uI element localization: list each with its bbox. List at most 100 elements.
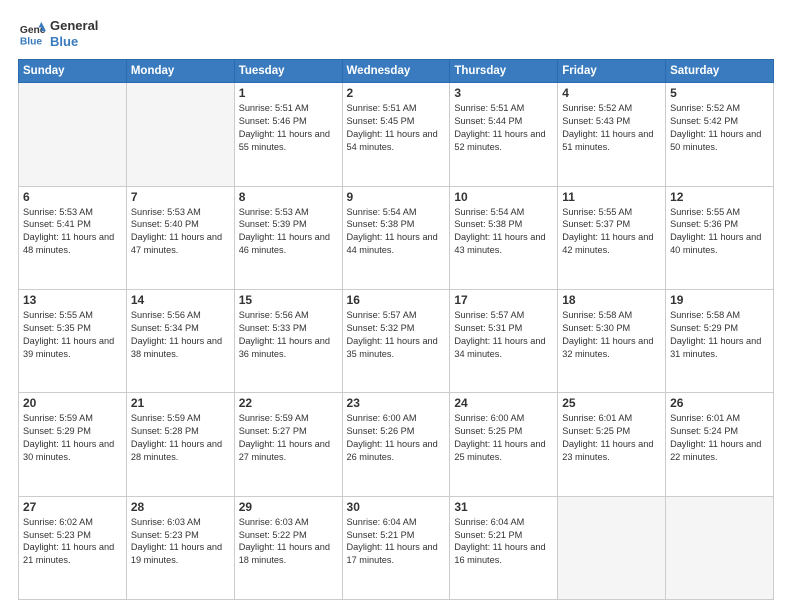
day-number: 7: [131, 190, 230, 204]
day-info: Sunrise: 5:52 AM Sunset: 5:43 PM Dayligh…: [562, 102, 661, 154]
day-number: 30: [347, 500, 446, 514]
day-info: Sunrise: 5:52 AM Sunset: 5:42 PM Dayligh…: [670, 102, 769, 154]
day-info: Sunrise: 5:55 AM Sunset: 5:35 PM Dayligh…: [23, 309, 122, 361]
calendar-cell: 3 Sunrise: 5:51 AM Sunset: 5:44 PM Daylig…: [450, 83, 558, 186]
logo-text-blue: Blue: [50, 34, 98, 50]
day-info: Sunrise: 6:00 AM Sunset: 5:26 PM Dayligh…: [347, 412, 446, 464]
day-info: Sunrise: 5:56 AM Sunset: 5:33 PM Dayligh…: [239, 309, 338, 361]
day-info: Sunrise: 6:04 AM Sunset: 5:21 PM Dayligh…: [454, 516, 553, 568]
calendar-cell: [19, 83, 127, 186]
day-number: 27: [23, 500, 122, 514]
day-info: Sunrise: 5:59 AM Sunset: 5:28 PM Dayligh…: [131, 412, 230, 464]
day-number: 1: [239, 86, 338, 100]
day-number: 31: [454, 500, 553, 514]
week-row-4: 20Sunrise: 5:59 AM Sunset: 5:29 PM Dayli…: [19, 393, 774, 496]
calendar-cell: [666, 496, 774, 599]
day-header-tuesday: Tuesday: [234, 60, 342, 83]
calendar-cell: 14Sunrise: 5:56 AM Sunset: 5:34 PM Dayli…: [126, 289, 234, 392]
week-row-3: 13 Sunrise: 5:55 AM Sunset: 5:35 PM Dayli…: [19, 289, 774, 392]
day-header-saturday: Saturday: [666, 60, 774, 83]
calendar-cell: 8Sunrise: 5:53 AM Sunset: 5:39 PM Daylig…: [234, 186, 342, 289]
calendar-cell: 4 Sunrise: 5:52 AM Sunset: 5:43 PM Daylig…: [558, 83, 666, 186]
day-info: Sunrise: 6:04 AM Sunset: 5:21 PM Dayligh…: [347, 516, 446, 568]
calendar-cell: 16 Sunrise: 5:57 AM Sunset: 5:32 PM Dayli…: [342, 289, 450, 392]
day-info: Sunrise: 5:58 AM Sunset: 5:29 PM Dayligh…: [670, 309, 769, 361]
day-info: Sunrise: 5:54 AM Sunset: 5:38 PM Dayligh…: [454, 206, 553, 258]
day-number: 12: [670, 190, 769, 204]
day-info: Sunrise: 6:00 AM Sunset: 5:25 PM Dayligh…: [454, 412, 553, 464]
week-row-5: 27 Sunrise: 6:02 AM Sunset: 5:23 PM Dayli…: [19, 496, 774, 599]
day-header-thursday: Thursday: [450, 60, 558, 83]
day-info: Sunrise: 6:03 AM Sunset: 5:22 PM Dayligh…: [239, 516, 338, 568]
day-number: 6: [23, 190, 122, 204]
calendar-cell: 12 Sunrise: 5:55 AM Sunset: 5:36 PM Dayli…: [666, 186, 774, 289]
day-info: Sunrise: 5:53 AM Sunset: 5:39 PM Dayligh…: [239, 206, 338, 258]
day-info: Sunrise: 5:51 AM Sunset: 5:45 PM Dayligh…: [347, 102, 446, 154]
day-number: 19: [670, 293, 769, 307]
day-number: 10: [454, 190, 553, 204]
day-number: 16: [347, 293, 446, 307]
day-number: 26: [670, 396, 769, 410]
day-number: 24: [454, 396, 553, 410]
calendar-body: 1 Sunrise: 5:51 AM Sunset: 5:46 PM Daylig…: [19, 83, 774, 600]
day-info: Sunrise: 5:56 AM Sunset: 5:34 PM Dayligh…: [131, 309, 230, 361]
day-number: 25: [562, 396, 661, 410]
day-number: 21: [131, 396, 230, 410]
day-header-wednesday: Wednesday: [342, 60, 450, 83]
calendar-cell: 26Sunrise: 6:01 AM Sunset: 5:24 PM Dayli…: [666, 393, 774, 496]
day-number: 29: [239, 500, 338, 514]
day-info: Sunrise: 5:57 AM Sunset: 5:32 PM Dayligh…: [347, 309, 446, 361]
calendar-cell: 21 Sunrise: 5:59 AM Sunset: 5:28 PM Dayli…: [126, 393, 234, 496]
day-info: Sunrise: 5:59 AM Sunset: 5:29 PM Dayligh…: [23, 412, 122, 464]
day-number: 4: [562, 86, 661, 100]
day-number: 13: [23, 293, 122, 307]
calendar-cell: 19 Sunrise: 5:58 AM Sunset: 5:29 PM Dayli…: [666, 289, 774, 392]
calendar-cell: 9 Sunrise: 5:54 AM Sunset: 5:38 PM Daylig…: [342, 186, 450, 289]
calendar-cell: 20Sunrise: 5:59 AM Sunset: 5:29 PM Dayli…: [19, 393, 127, 496]
day-number: 2: [347, 86, 446, 100]
day-number: 15: [239, 293, 338, 307]
calendar-cell: 22Sunrise: 5:59 AM Sunset: 5:27 PM Dayli…: [234, 393, 342, 496]
calendar-cell: 31 Sunrise: 6:04 AM Sunset: 5:21 PM Dayli…: [450, 496, 558, 599]
day-number: 17: [454, 293, 553, 307]
day-number: 23: [347, 396, 446, 410]
calendar-cell: [126, 83, 234, 186]
day-info: Sunrise: 5:58 AM Sunset: 5:30 PM Dayligh…: [562, 309, 661, 361]
calendar-cell: 25 Sunrise: 6:01 AM Sunset: 5:25 PM Dayli…: [558, 393, 666, 496]
day-info: Sunrise: 6:02 AM Sunset: 5:23 PM Dayligh…: [23, 516, 122, 568]
week-row-1: 1 Sunrise: 5:51 AM Sunset: 5:46 PM Daylig…: [19, 83, 774, 186]
calendar-cell: 29 Sunrise: 6:03 AM Sunset: 5:22 PM Dayli…: [234, 496, 342, 599]
calendar-cell: 24 Sunrise: 6:00 AM Sunset: 5:25 PM Dayli…: [450, 393, 558, 496]
day-info: Sunrise: 5:53 AM Sunset: 5:40 PM Dayligh…: [131, 206, 230, 258]
day-number: 5: [670, 86, 769, 100]
day-number: 9: [347, 190, 446, 204]
calendar-cell: 15 Sunrise: 5:56 AM Sunset: 5:33 PM Dayli…: [234, 289, 342, 392]
day-number: 11: [562, 190, 661, 204]
day-info: Sunrise: 6:03 AM Sunset: 5:23 PM Dayligh…: [131, 516, 230, 568]
calendar-cell: 1 Sunrise: 5:51 AM Sunset: 5:46 PM Daylig…: [234, 83, 342, 186]
calendar-cell: [558, 496, 666, 599]
calendar-cell: 28 Sunrise: 6:03 AM Sunset: 5:23 PM Dayli…: [126, 496, 234, 599]
day-number: 28: [131, 500, 230, 514]
day-info: Sunrise: 5:54 AM Sunset: 5:38 PM Dayligh…: [347, 206, 446, 258]
day-info: Sunrise: 5:51 AM Sunset: 5:44 PM Dayligh…: [454, 102, 553, 154]
calendar-cell: 11Sunrise: 5:55 AM Sunset: 5:37 PM Dayli…: [558, 186, 666, 289]
day-info: Sunrise: 5:59 AM Sunset: 5:27 PM Dayligh…: [239, 412, 338, 464]
calendar-cell: 6Sunrise: 5:53 AM Sunset: 5:41 PM Daylig…: [19, 186, 127, 289]
day-info: Sunrise: 5:51 AM Sunset: 5:46 PM Dayligh…: [239, 102, 338, 154]
day-info: Sunrise: 6:01 AM Sunset: 5:25 PM Dayligh…: [562, 412, 661, 464]
day-number: 18: [562, 293, 661, 307]
calendar-cell: 30 Sunrise: 6:04 AM Sunset: 5:21 PM Dayli…: [342, 496, 450, 599]
calendar-table: SundayMondayTuesdayWednesdayThursdayFrid…: [18, 59, 774, 600]
calendar-cell: 5 Sunrise: 5:52 AM Sunset: 5:42 PM Daylig…: [666, 83, 774, 186]
calendar-cell: 2 Sunrise: 5:51 AM Sunset: 5:45 PM Daylig…: [342, 83, 450, 186]
calendar-cell: 18 Sunrise: 5:58 AM Sunset: 5:30 PM Dayli…: [558, 289, 666, 392]
day-info: Sunrise: 5:57 AM Sunset: 5:31 PM Dayligh…: [454, 309, 553, 361]
calendar-header: SundayMondayTuesdayWednesdayThursdayFrid…: [19, 60, 774, 83]
day-header-monday: Monday: [126, 60, 234, 83]
calendar-cell: 10 Sunrise: 5:54 AM Sunset: 5:38 PM Dayli…: [450, 186, 558, 289]
day-info: Sunrise: 5:55 AM Sunset: 5:36 PM Dayligh…: [670, 206, 769, 258]
day-number: 3: [454, 86, 553, 100]
calendar-cell: 7 Sunrise: 5:53 AM Sunset: 5:40 PM Daylig…: [126, 186, 234, 289]
calendar-cell: 13 Sunrise: 5:55 AM Sunset: 5:35 PM Dayli…: [19, 289, 127, 392]
